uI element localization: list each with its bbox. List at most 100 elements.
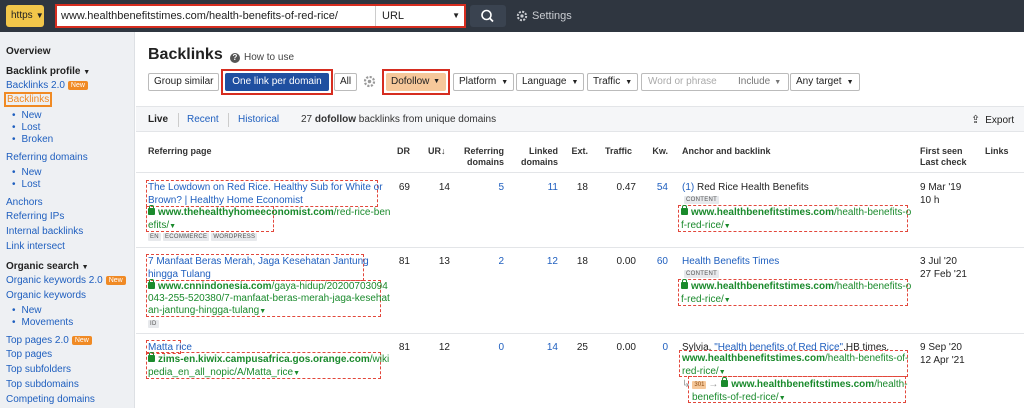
anchor-text[interactable]: Health Benefits Times bbox=[682, 255, 779, 268]
url-path: /gaya-hidup/20200703094 bbox=[271, 281, 388, 292]
col-dr[interactable]: DR bbox=[392, 146, 410, 157]
chevron-down-icon: ▼ bbox=[433, 78, 440, 85]
sidebar-item-backlinks-20[interactable]: Backlinks 2.0 New bbox=[6, 80, 88, 92]
protocol-select[interactable]: https ▼ bbox=[6, 5, 44, 27]
row-divider bbox=[136, 247, 1024, 248]
settings-label: Settings bbox=[532, 10, 572, 22]
language-filter[interactable]: Language ▼ bbox=[516, 73, 585, 91]
referring-page-title[interactable]: The Lowdown on Red Rice. Healthy Sub for… bbox=[148, 181, 383, 207]
ur-value: 14 bbox=[438, 182, 450, 193]
referring-page-url[interactable]: www.thehealthyhomeeconomist.com/red-rice… bbox=[148, 205, 390, 233]
sidebar-item-competing-domains[interactable]: Competing domains bbox=[6, 394, 95, 406]
tag-badge: WORDPRESS bbox=[211, 233, 258, 241]
url-input[interactable]: www.healthbenefitstimes.com/health-benef… bbox=[61, 6, 338, 26]
word-phrase-input[interactable]: Word or phrase Include ▼ bbox=[641, 73, 789, 91]
new-badge: New bbox=[71, 336, 92, 345]
sidebar-item-organic-keywords[interactable]: Organic keywords bbox=[6, 290, 86, 302]
first-seen-date: 9 Sep '20 12 Apr '21 bbox=[920, 341, 965, 367]
referring-domains-value[interactable]: 5 bbox=[458, 181, 504, 194]
tag-list: ID bbox=[148, 318, 161, 328]
col-linked-domains[interactable]: Linked domains bbox=[514, 146, 558, 168]
referring-domains-value[interactable]: 2 bbox=[458, 255, 504, 268]
sidebar-item-top-pages[interactable]: Top pages bbox=[6, 349, 52, 361]
last-check: 10 h bbox=[920, 195, 940, 206]
mode-select[interactable]: URL ▼ bbox=[375, 6, 466, 26]
keywords-value[interactable]: 0 bbox=[646, 341, 668, 354]
backlink-url[interactable]: www.healthbenefitstimes.com/health-benef… bbox=[681, 279, 911, 307]
anchor-count[interactable]: (1) bbox=[682, 182, 694, 193]
search-button[interactable] bbox=[470, 5, 506, 27]
language-label: Language bbox=[522, 76, 567, 87]
platform-filter[interactable]: Platform ▼ bbox=[453, 73, 515, 91]
how-to-use-link[interactable]: ? How to use bbox=[230, 52, 294, 63]
search-icon bbox=[481, 9, 494, 23]
col-ext[interactable]: Ext. bbox=[566, 146, 588, 157]
word-phrase-placeholder: Word or phrase bbox=[648, 76, 717, 87]
anchor-label: Red Rice Health Benefits bbox=[697, 182, 809, 193]
referring-page-url[interactable]: zims-en.kiwix.campusafrica.gos.orange.co… bbox=[148, 352, 389, 380]
url-domain: www.healthbenefitstimes.com bbox=[691, 281, 834, 292]
sidebar-heading-organic-search[interactable]: Organic search ▼ bbox=[6, 261, 89, 274]
sidebar-item-top-pages-20[interactable]: Top pages 2.0 New bbox=[6, 335, 92, 347]
include-select[interactable]: Include ▼ bbox=[738, 74, 781, 91]
sidebar-item-refdomains-new[interactable]: New bbox=[12, 167, 42, 179]
sidebar-item-link-intersect[interactable]: Link intersect bbox=[6, 241, 65, 253]
gear-icon[interactable] bbox=[363, 75, 376, 88]
referring-domains-value[interactable]: 0 bbox=[458, 341, 504, 354]
group-similar-button[interactable]: Group similar bbox=[148, 73, 220, 91]
sidebar-item-backlinks-new[interactable]: New bbox=[12, 110, 42, 122]
linked-domains-value[interactable]: 12 bbox=[514, 255, 558, 268]
col-first-seen[interactable]: First seen Last check bbox=[920, 146, 967, 168]
dofollow-filter[interactable]: Dofollow ▼ bbox=[386, 73, 446, 91]
summary-text: backlinks from unique domains bbox=[358, 114, 497, 125]
tab-historical[interactable]: Historical bbox=[238, 114, 279, 126]
sidebar-item-keywords-movements[interactable]: Movements bbox=[12, 317, 74, 329]
tab-recent[interactable]: Recent bbox=[187, 114, 219, 126]
gear-icon bbox=[516, 10, 528, 22]
sidebar-item-refdomains-lost[interactable]: Lost bbox=[12, 179, 41, 191]
traffic-filter[interactable]: Traffic ▼ bbox=[587, 73, 639, 91]
sidebar-item-backlinks-broken[interactable]: Broken bbox=[12, 134, 54, 146]
tab-live[interactable]: Live bbox=[148, 114, 168, 126]
sidebar-item-top-subdomains[interactable]: Top subdomains bbox=[6, 379, 79, 391]
sidebar-item-organic-keywords-20[interactable]: Organic keywords 2.0 New bbox=[6, 275, 126, 287]
sidebar-item-internal-backlinks[interactable]: Internal backlinks bbox=[6, 226, 83, 238]
keywords-value[interactable]: 54 bbox=[646, 181, 668, 194]
backlink-url[interactable]: www.healthbenefitstimes.com/health-benef… bbox=[681, 205, 912, 233]
settings-link[interactable]: Settings bbox=[516, 8, 572, 24]
keywords-value[interactable]: 60 bbox=[646, 255, 668, 268]
any-target-filter[interactable]: Any target ▼ bbox=[790, 73, 860, 91]
col-label-line: First seen bbox=[920, 146, 963, 156]
redirect-arrow-icon: ↳ bbox=[682, 379, 691, 390]
referring-page-title[interactable]: 7 Manfaat Beras Merah, Jaga Kesehatan Ja… bbox=[148, 255, 369, 281]
col-links: Links bbox=[985, 146, 1009, 156]
redirect-chain[interactable]: ↳ 301 → www.healthbenefitstimes.com/health… bbox=[682, 377, 908, 405]
sidebar-item-backlinks[interactable]: Backlinks bbox=[4, 92, 53, 107]
sidebar-item-anchors[interactable]: Anchors bbox=[6, 197, 43, 209]
sidebar-item-referring-ips[interactable]: Referring IPs bbox=[6, 211, 64, 223]
sidebar-heading-backlink-profile[interactable]: Backlink profile ▼ bbox=[6, 66, 90, 79]
summary-bold: dofollow bbox=[314, 114, 357, 125]
linked-domains-value[interactable]: 14 bbox=[514, 341, 558, 354]
col-anchor-backlink: Anchor and backlink bbox=[682, 146, 771, 156]
sidebar-item-keywords-new[interactable]: New bbox=[12, 305, 42, 317]
backlink-url[interactable]: www.healthbenefitstimes.com/health-benef… bbox=[682, 352, 908, 379]
sidebar-item-backlinks-lost[interactable]: Lost bbox=[12, 122, 41, 134]
referring-page-url[interactable]: www.cnnindonesia.com/gaya-hidup/20200703… bbox=[148, 279, 390, 318]
chevron-down-icon: ▼ bbox=[83, 69, 91, 76]
chevron-down-icon: ▼ bbox=[501, 79, 509, 86]
sidebar-item-referring-domains[interactable]: Referring domains bbox=[6, 152, 88, 164]
sidebar-item-top-subfolders[interactable]: Top subfolders bbox=[6, 364, 71, 376]
url-path: /health-benefits-o bbox=[834, 207, 912, 218]
col-referring-domains[interactable]: Referring domains bbox=[458, 146, 504, 168]
col-traffic[interactable]: Traffic bbox=[598, 146, 632, 157]
col-referring-page[interactable]: Referring page bbox=[148, 146, 212, 157]
col-kw[interactable]: Kw. bbox=[646, 146, 668, 157]
linked-domains-value[interactable]: 11 bbox=[514, 181, 558, 194]
export-button[interactable]: ⇪ Export bbox=[971, 114, 1014, 127]
all-button[interactable]: All bbox=[334, 73, 358, 91]
sidebar-item-overview[interactable]: Overview bbox=[6, 46, 50, 58]
col-ur[interactable]: UR↓ bbox=[428, 146, 446, 157]
url-domain: www.thehealthyhomeeconomist.com bbox=[158, 207, 334, 218]
one-link-per-domain-button[interactable]: One link per domain bbox=[225, 73, 329, 91]
